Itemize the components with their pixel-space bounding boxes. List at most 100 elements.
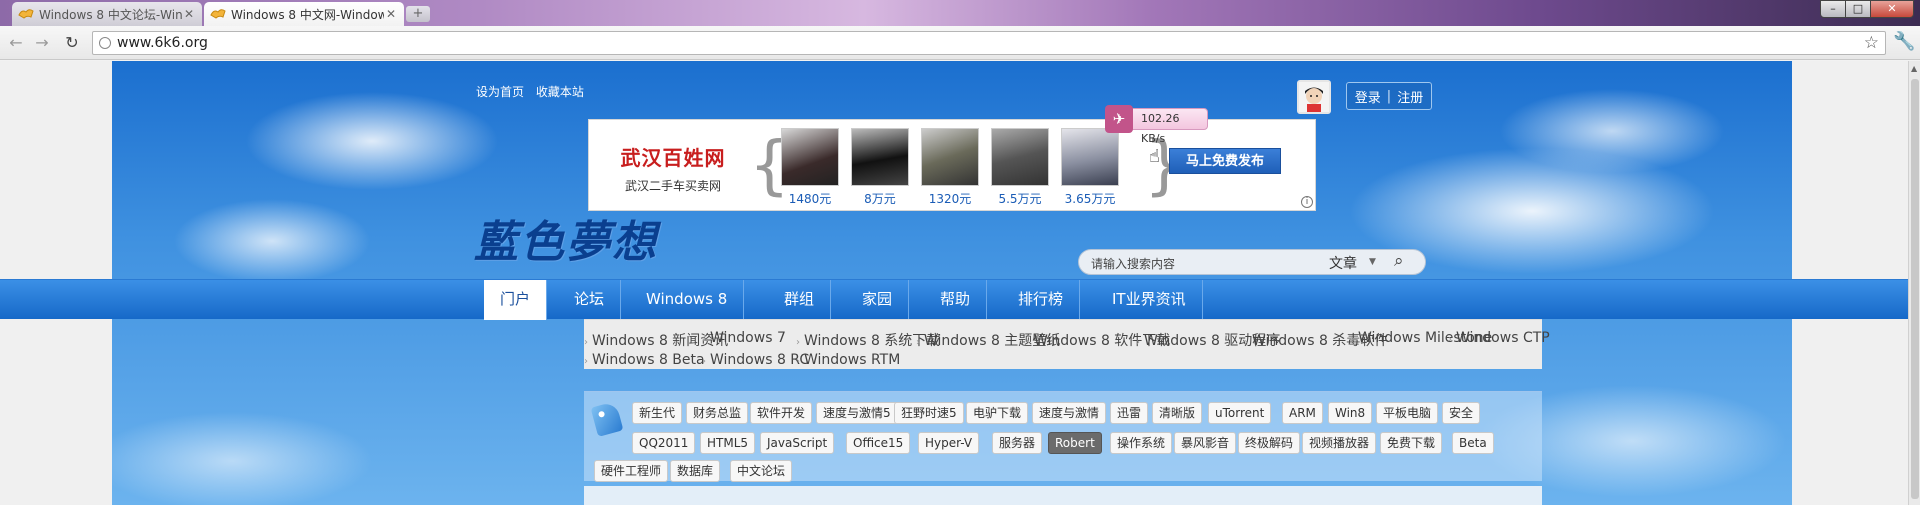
submenu-item[interactable]: Windows CTP [1448,330,1550,346]
content-area [584,486,1542,505]
ad-price: 8万元 [864,192,896,206]
new-tab-button[interactable]: + [406,6,430,22]
close-window-button[interactable]: ✕ [1870,0,1914,18]
page-content: 设为首页 收藏本站 登录 | 注册 武汉百姓网 武汉二手车买卖网 {1480元… [0,61,1908,505]
car-image [921,128,979,186]
user-links: 登录 | 注册 [1346,82,1432,110]
tag-item[interactable]: Beta [1452,432,1494,454]
tag-item[interactable]: 软件开发 [750,402,813,424]
ad-logo: 武汉百姓网 武汉二手车买卖网 [617,142,729,194]
tag-item[interactable]: 数据库 [670,460,721,482]
back-arrow-icon[interactable]: ← [6,33,26,53]
tag-item[interactable]: Hyper-V [918,432,980,454]
tag-item[interactable]: 财务总监 [686,402,749,424]
search-box: 请输入搜索内容 文章 ▼ ⌕ [1078,249,1426,275]
nav-home[interactable]: 家园 [846,280,910,320]
tag-item[interactable]: 狂野时速5 [894,402,964,424]
tab-win8-home[interactable]: Windows 8 中文网-Window ✕ [204,2,404,26]
submenu-item[interactable]: Windows 8 Beta [584,352,705,368]
chevron-down-icon[interactable]: ▼ [1369,257,1376,267]
car-image [781,128,839,186]
url-text: www.6k6.org [117,35,208,51]
tab-win8-forum[interactable]: Windows 8 中文论坛-Windows ✕ [12,2,202,26]
ad-item[interactable]: 3.65万元 [1061,128,1119,207]
search-input[interactable]: 请输入搜索内容 [1091,255,1175,272]
submenu-item[interactable]: Windows 8 RC [702,352,809,368]
tag-item[interactable]: 操作系统 [1110,432,1173,454]
ad-subtitle: 武汉二手车买卖网 [624,179,721,193]
submenu-item[interactable]: Windows RTM [796,352,900,368]
ad-brand: 武汉百姓网 [620,146,726,170]
search-icon[interactable]: ⌕ [1394,251,1404,271]
car-image [991,128,1049,186]
tag-item[interactable]: 硬件工程师 [594,460,669,482]
tag-item[interactable]: 终极解码 [1238,432,1301,454]
page-viewport: 设为首页 收藏本站 登录 | 注册 武汉百姓网 武汉二手车买卖网 {1480元… [0,61,1908,505]
tag-item[interactable]: Office15 [846,432,911,454]
ad-price: 5.5万元 [998,192,1042,206]
minimize-button[interactable]: – [1820,0,1846,18]
tag-item[interactable]: uTorrent [1208,402,1272,424]
tag-item[interactable]: 暴风影音 [1174,432,1237,454]
nav-groups[interactable]: 群组 [768,280,832,320]
register-link[interactable]: 注册 [1397,87,1423,106]
tag-item[interactable]: 迅雷 [1110,402,1149,424]
scroll-up-icon[interactable]: ▲ [1911,64,1917,73]
tag-item[interactable]: 电驴下载 [966,402,1029,424]
submenu-item[interactable]: Windows 7 [702,330,786,346]
ad-item[interactable]: 1320元 [921,128,979,207]
bookmark-site-link[interactable]: 收藏本站 [536,85,584,99]
bookmark-star-icon[interactable]: ☆ [1864,33,1879,53]
nav-help[interactable]: 帮助 [924,280,988,320]
tag-item[interactable]: QQ2011 [632,432,696,454]
wrench-icon[interactable]: 🔧 [1893,31,1915,52]
info-icon[interactable]: i [1301,196,1313,208]
reload-icon[interactable]: ↻ [62,33,82,53]
tag-item[interactable]: ARM [1282,402,1323,424]
scrollbar-thumb[interactable] [1911,79,1919,499]
tag-item[interactable]: 新生代 [632,402,683,424]
site-logo[interactable]: 藍色夢想 [474,206,658,270]
favicon-icon [210,9,226,19]
tag-item[interactable]: 中文论坛 [730,460,793,482]
tag-item[interactable]: 清晰版 [1152,402,1203,424]
tag-item[interactable]: 安全 [1442,402,1481,424]
close-tab-icon[interactable]: ✕ [384,7,398,21]
nav-windows8[interactable]: Windows 8 [630,280,745,320]
hand-cursor-icon: ☝ [1149,146,1160,167]
tag-item[interactable]: 速度与激情5 [816,402,898,424]
tag-item-selected[interactable]: Robert [1048,432,1102,454]
nav-ranking[interactable]: 排行榜 [1002,280,1081,320]
ad-item[interactable]: 1480元 [781,128,839,207]
tag-item[interactable]: 免费下载 [1380,432,1443,454]
favicon-icon [18,9,34,19]
tag-item[interactable]: 视频播放器 [1302,432,1377,454]
maximize-button[interactable]: □ [1845,0,1871,18]
tag-item[interactable]: 服务器 [992,432,1043,454]
forward-arrow-icon[interactable]: → [32,33,52,53]
tag-item[interactable]: 速度与激情 [1032,402,1107,424]
browser-toolbar: ← → ↻ www.6k6.org ☆ [0,26,1920,60]
tag-item[interactable]: JavaScript [760,432,835,454]
close-tab-icon[interactable]: ✕ [182,7,196,21]
address-bar[interactable]: www.6k6.org ☆ [92,31,1886,55]
avatar[interactable] [1297,80,1331,114]
nav-portal[interactable]: 门户 [484,280,548,320]
avatar-icon [1299,82,1329,112]
top-links: 设为首页 收藏本站 [476,83,592,100]
ad-price: 1320元 [928,192,972,206]
nav-it-news[interactable]: IT业界资讯 [1096,280,1203,320]
nav-forum[interactable]: 论坛 [558,280,622,320]
ad-item[interactable]: 5.5万元 [991,128,1049,207]
ad-item[interactable]: 8万元 [851,128,909,207]
search-type-select[interactable]: 文章 [1329,253,1357,273]
tag-item[interactable]: HTML5 [700,432,756,454]
tag-item[interactable]: 平板电脑 [1376,402,1439,424]
tag-item[interactable]: Win8 [1328,402,1373,424]
set-homepage-link[interactable]: 设为首页 [476,85,524,99]
login-link[interactable]: 登录 [1355,87,1381,106]
post-free-button[interactable]: 马上免费发布 [1169,148,1281,174]
ad-banner[interactable]: 武汉百姓网 武汉二手车买卖网 { 1480元 8万元 1320元 5.5万元 3… [588,119,1316,211]
vertical-scrollbar[interactable]: ▲ [1908,61,1920,505]
car-image [1061,128,1119,186]
